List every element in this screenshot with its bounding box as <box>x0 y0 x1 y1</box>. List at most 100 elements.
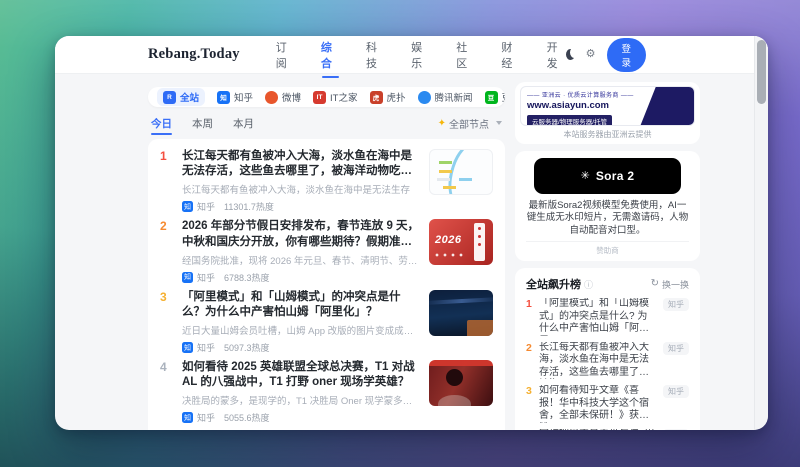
news-thumbnail[interactable] <box>429 360 493 407</box>
rising-list-card: 全站飙升榜 ⓘ ↻ 换一换 1 「阿里模式」和「山姆模式」的冲突点是什么? 为什… <box>515 268 700 430</box>
news-body: 「阿里模式」和「山姆模式」的冲突点是什么？为什么中产害怕山姆「阿里化」？ 近日大… <box>182 290 421 354</box>
rising-title: 全站飙升榜 <box>526 279 581 292</box>
source-name: 知乎 <box>197 202 216 213</box>
ad-banner[interactable]: —— 亚洲云 · 优质云计算服务商 —— www.asiayun.com 云服务… <box>520 86 695 126</box>
source-tag: 知乎 <box>663 298 689 312</box>
rising-item-text[interactable]: 「阿里模式」和「山姆模式」的冲突点是什么? 为什么中产害怕山姆「阿里… <box>539 298 657 336</box>
info-icon[interactable]: ⓘ <box>584 278 593 291</box>
news-meta: 知 知乎 11301.7热度 <box>182 200 421 213</box>
node-filter-dropdown[interactable]: ✦ 全部节点 <box>438 116 502 131</box>
login-button[interactable]: 登录 <box>606 37 646 72</box>
source-filter-chip[interactable]: 豆 豆瓣社区 <box>484 90 505 104</box>
source-label: 知乎 <box>234 93 254 104</box>
source-icon <box>265 90 279 104</box>
rank-number: 4 <box>160 360 167 375</box>
right-sidebar: —— 亚洲云 · 优质云计算服务商 —— www.asiayun.com 云服务… <box>515 82 700 430</box>
dark-mode-icon[interactable] <box>566 49 575 60</box>
sponsor-banner[interactable]: ✳ Sora 2 <box>534 158 681 194</box>
source-name: 知乎 <box>197 413 216 424</box>
openai-logo-icon: ✳ <box>580 169 590 182</box>
rising-list-item[interactable]: 4 网红瑞恩宝贝去世年仅3岁 微博 <box>526 428 689 430</box>
source-icon: 知 <box>182 342 193 354</box>
rank-number: 1 <box>160 149 167 163</box>
news-title[interactable]: 2026 年部分节假日安排发布，春节连放 9 天，中秋和国庆分开放，你有哪些期待… <box>182 219 421 249</box>
news-subtitle: 经国务院批准，现将 2026 年元旦、春节、清明节、劳动节、端午节、中秋节和国庆… <box>182 255 421 267</box>
news-list-item[interactable]: 2 2026 年部分节假日安排发布，春节连放 9 天，中秋和国庆分开放，你有哪些… <box>160 219 493 283</box>
source-icon <box>417 90 431 104</box>
source-icon: 知 <box>182 201 193 213</box>
news-title[interactable]: 长江每天都有鱼被冲入大海，淡水鱼在海中是无法存活，这些鱼去哪里了，被海洋动物吃了… <box>182 149 421 179</box>
rising-header: 全站飙升榜 ⓘ ↻ 换一换 <box>526 276 689 292</box>
news-thumbnail[interactable] <box>429 149 493 195</box>
sponsor-description: 最新版Sora2视频模型免费使用，AI一键生成无水印短片，无需邀请码，人物自动配… <box>526 200 689 236</box>
thumbnail-text: 2026 <box>435 234 462 247</box>
news-title[interactable]: 如何看待 2025 英雄联盟全球总决赛，T1 对战 AL 的八强战中，T1 打野… <box>182 360 421 390</box>
source-name: 知乎 <box>197 343 216 354</box>
news-list: 1 长江每天都有鱼被冲入大海，淡水鱼在海中是无法存活，这些鱼去哪里了，被海洋动物… <box>148 139 505 430</box>
main-column: R 全站 知 知乎 微博 IT IT之家 虎 虎扑 腾讯新闻 豆 今日 本周 本… <box>148 74 505 430</box>
news-list-item[interactable]: 1 长江每天都有鱼被冲入大海，淡水鱼在海中是无法存活，这些鱼去哪里了，被海洋动物… <box>160 149 493 213</box>
chevron-down-icon <box>496 121 502 125</box>
period-tabs: 今日 本周 本月 ✦ 全部节点 <box>148 114 505 135</box>
rising-item-text[interactable]: 如何看待知乎文章《喜报！华中科技大学这个宿舍，全部未保研！》获高赞? <box>539 385 657 423</box>
source-icon: R <box>163 90 176 104</box>
source-icon: 知 <box>182 412 193 424</box>
ad-url[interactable]: www.asiayun.com <box>527 100 688 111</box>
nav-tab[interactable]: 社区 <box>456 39 475 71</box>
source-filter-chip[interactable]: 虎 虎扑 <box>369 90 406 104</box>
news-body: 2026 年部分节假日安排发布，春节连放 9 天，中秋和国庆分开放，你有哪些期待… <box>182 219 421 283</box>
source-label: 腾讯新闻 <box>434 93 473 104</box>
nav-tab[interactable]: 娱乐 <box>411 39 430 71</box>
source-label: 全站 <box>180 93 200 104</box>
nav-tab[interactable]: 开发 <box>547 39 566 71</box>
source-name: 知乎 <box>197 272 216 283</box>
source-filter-chip[interactable]: 知 知乎 <box>217 90 253 104</box>
news-meta: 知 知乎 5097.3热度 <box>182 341 421 354</box>
news-body: 长江每天都有鱼被冲入大海，淡水鱼在海中是无法存活，这些鱼去哪里了，被海洋动物吃了… <box>182 149 421 213</box>
rising-list-item[interactable]: 1 「阿里模式」和「山姆模式」的冲突点是什么? 为什么中产害怕山姆「阿里… 知乎 <box>526 298 689 336</box>
period-tab[interactable]: 本月 <box>233 116 254 131</box>
refresh-button[interactable]: ↻ 换一换 <box>651 278 689 291</box>
sparkle-icon: ✦ <box>437 117 446 129</box>
rank-number: 1 <box>526 298 532 311</box>
source-filter-chip[interactable]: IT IT之家 <box>313 90 358 104</box>
rising-list-item[interactable]: 3 如何看待知乎文章《喜报！华中科技大学这个宿舍，全部未保研！》获高赞? 知乎 <box>526 385 689 423</box>
news-body: 如何看待 2025 英雄联盟全球总决赛，T1 对战 AL 的八强战中，T1 打野… <box>182 360 421 424</box>
news-thumbnail[interactable] <box>429 289 493 336</box>
rising-list-item[interactable]: 2 长江每天都有鱼被冲入大海，淡水鱼在海中是无法存活，这些鱼去哪里了，被海… 知… <box>526 341 689 380</box>
app-window: Rebang.Today 订阅 综合 科技 娱乐 社区 财经 开发 ⚙ 登录 R… <box>55 36 768 430</box>
news-list-item[interactable]: 4 如何看待 2025 英雄联盟全球总决赛，T1 对战 AL 的八强战中，T1 … <box>160 360 493 424</box>
ad-tagline: —— 亚洲云 · 优质云计算服务商 —— <box>527 93 634 99</box>
nav-tab[interactable]: 财经 <box>501 39 520 71</box>
ad-caption: 本站服务器由亚洲云提供 <box>563 130 652 139</box>
news-list-item[interactable]: 3 「阿里模式」和「山姆模式」的冲突点是什么？为什么中产害怕山姆「阿里化」？ 近… <box>160 289 493 354</box>
rising-item-text[interactable]: 长江每天都有鱼被冲入大海，淡水鱼在海中是无法存活，这些鱼去哪里了，被海… <box>539 342 657 380</box>
rank-number: 3 <box>526 385 532 398</box>
scrollbar-thumb[interactable] <box>757 40 766 104</box>
news-thumbnail[interactable]: 2026 <box>429 219 493 266</box>
rank-number: 2 <box>526 341 532 354</box>
source-filter-chip[interactable]: 微博 <box>265 90 301 104</box>
rising-item-text[interactable]: 网红瑞恩宝贝去世年仅3岁 <box>539 429 657 430</box>
site-logo: Rebang.Today <box>148 46 240 62</box>
source-icon: 知 <box>217 90 231 104</box>
news-title[interactable]: 「阿里模式」和「山姆模式」的冲突点是什么？为什么中产害怕山姆「阿里化」？ <box>182 290 421 320</box>
nav-tab[interactable]: 科技 <box>366 39 385 71</box>
sponsor-card: ✳ Sora 2 最新版Sora2视频模型免费使用，AI一键生成无水印短片，无需… <box>515 151 700 262</box>
source-tag: 微博 <box>663 428 689 430</box>
rank-number: 2 <box>160 219 167 234</box>
nav-tab[interactable]: 订阅 <box>276 39 295 71</box>
period-tab[interactable]: 今日 <box>151 116 172 135</box>
source-filter-chip[interactable]: R 全站 <box>157 88 206 106</box>
main-nav: 订阅 综合 科技 娱乐 社区 财经 开发 <box>276 39 566 78</box>
source-label: 虎扑 <box>386 93 406 104</box>
heat-value: 5097.3热度 <box>224 343 270 354</box>
settings-gear-icon[interactable]: ⚙ <box>586 49 596 60</box>
ad-card: —— 亚洲云 · 优质云计算服务商 —— www.asiayun.com 云服务… <box>515 82 700 144</box>
nav-tab[interactable]: 综合 <box>321 39 340 78</box>
source-icon: 虎 <box>369 90 383 104</box>
source-filter-chip[interactable]: 腾讯新闻 <box>417 90 473 104</box>
period-tab[interactable]: 本周 <box>192 116 213 131</box>
ad-services: 云服务器/物理服务器/托管 <box>527 115 613 125</box>
source-filter-bar: R 全站 知 知乎 微博 IT IT之家 虎 虎扑 腾讯新闻 豆 <box>148 87 505 107</box>
